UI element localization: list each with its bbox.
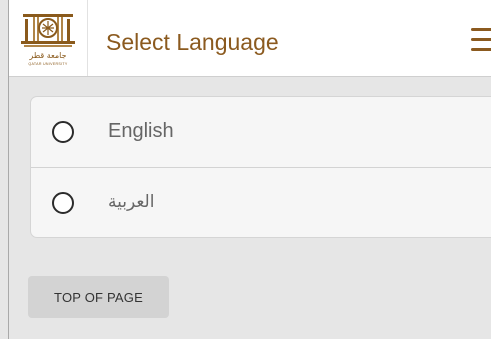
language-list: English العربية [30,96,491,238]
logo-arabic-name: جامعة قطر [29,51,67,60]
language-label-english: English [108,120,174,142]
app-header: جامعة قطر QATAR UNIVERSITY Select Langua… [9,0,491,77]
language-label-arabic: العربية [108,192,155,212]
top-of-page-button[interactable]: TOP OF PAGE [28,276,169,318]
language-option-english[interactable]: English [31,97,491,168]
hamburger-menu-icon[interactable] [471,28,491,52]
radio-button-english[interactable] [52,121,74,143]
menu-bar-middle [471,38,491,41]
menu-bar-bottom [471,48,491,51]
language-option-arabic[interactable]: العربية [31,168,491,237]
menu-bar-top [471,28,491,31]
qatar-university-emblem-icon [21,14,75,47]
page-title: Select Language [106,29,279,55]
radio-button-arabic[interactable] [52,192,74,214]
logo-english-name: QATAR UNIVERSITY [28,62,68,66]
university-logo[interactable]: جامعة قطر QATAR UNIVERSITY [9,0,88,76]
